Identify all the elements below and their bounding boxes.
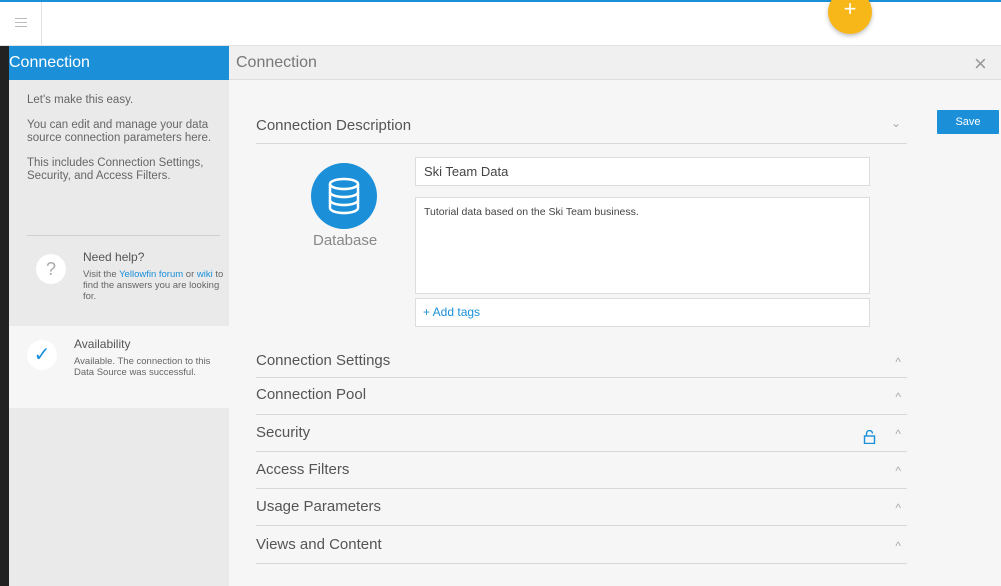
section-usage-parameters[interactable]: Usage Parameters ^ xyxy=(256,489,907,526)
add-button[interactable]: + xyxy=(828,0,872,34)
help-panel: ? Need help? Visit the Yellowfin forum o… xyxy=(27,244,227,304)
section-label: Connection Pool xyxy=(256,386,367,403)
chevron-up-icon[interactable]: ^ xyxy=(895,539,901,553)
sidebar-paragraph-2: This includes Connection Settings, Secur… xyxy=(27,157,204,182)
section-label: Connection Settings xyxy=(256,352,391,369)
chevron-up-icon[interactable]: ^ xyxy=(895,390,901,404)
unlock-icon-svg xyxy=(863,429,876,445)
sidebar-intro: Let's make this easy. xyxy=(27,94,134,106)
database-icon-svg xyxy=(328,177,360,215)
chevron-up-icon[interactable]: ^ xyxy=(895,355,901,369)
section-label: Views and Content xyxy=(256,536,382,553)
chevron-down-icon[interactable]: ⌄ xyxy=(891,116,901,130)
availability-title: Availability xyxy=(74,337,131,351)
help-text-part: Visit the xyxy=(83,269,120,280)
help-text-part: or xyxy=(183,269,197,280)
database-icon xyxy=(311,163,377,229)
help-text: Visit the Yellowfin forum or wiki to fin… xyxy=(83,269,228,302)
sidebar-header: Connection xyxy=(9,46,229,80)
section-label: Usage Parameters xyxy=(256,498,382,515)
menu-icon-line xyxy=(15,22,27,23)
menu-icon-line xyxy=(15,26,27,27)
section-access-filters[interactable]: Access Filters ^ xyxy=(256,452,907,489)
menu-button[interactable] xyxy=(0,2,42,46)
section-label: Connection Description xyxy=(256,117,412,134)
top-bar: + xyxy=(0,0,1001,46)
add-tags-link[interactable]: + Add tags xyxy=(415,298,870,327)
sidebar-paragraph-1: You can edit and manage your data source… xyxy=(27,119,212,144)
section-connection-description[interactable]: Connection Description ⌄ xyxy=(256,114,907,144)
close-icon[interactable]: × xyxy=(974,51,987,77)
main-panel: Connection × Save Connection Description… xyxy=(229,46,1001,586)
connection-name-input[interactable]: Ski Team Data xyxy=(415,157,870,186)
database-label: Database xyxy=(313,232,378,249)
availability-text: Available. The connection to this Data S… xyxy=(74,356,211,378)
save-button[interactable]: Save xyxy=(937,110,999,134)
section-connection-pool[interactable]: Connection Pool ^ xyxy=(256,378,907,415)
chevron-up-icon[interactable]: ^ xyxy=(895,501,901,515)
connection-description-input[interactable]: Tutorial data based on the Ski Team busi… xyxy=(415,197,870,294)
sidebar-title: Connection xyxy=(9,54,90,71)
yellowfin-forum-link[interactable]: Yellowfin forum xyxy=(119,269,183,280)
divider xyxy=(27,235,220,236)
unlock-icon[interactable] xyxy=(863,429,877,445)
main-header: Connection × xyxy=(229,46,1001,80)
section-connection-settings[interactable]: Connection Settings ^ xyxy=(256,343,907,378)
section-label: Security xyxy=(256,424,311,441)
section-security[interactable]: Security ^ xyxy=(256,415,907,452)
question-icon: ? xyxy=(36,254,66,284)
sidebar: Connection Let's make this easy. You can… xyxy=(0,46,229,586)
section-label: Access Filters xyxy=(256,461,350,478)
availability-panel: ✓ Availability Available. The connection… xyxy=(9,326,229,408)
wiki-link[interactable]: wiki xyxy=(197,269,213,280)
sidebar-description: Let's make this easy. You can edit and m… xyxy=(9,80,229,183)
section-views-and-content[interactable]: Views and Content ^ xyxy=(256,526,907,564)
menu-icon-line xyxy=(15,18,27,19)
page-title: Connection xyxy=(236,54,317,71)
help-title: Need help? xyxy=(83,250,145,264)
check-icon: ✓ xyxy=(27,340,57,370)
chevron-up-icon[interactable]: ^ xyxy=(895,464,901,478)
chevron-up-icon[interactable]: ^ xyxy=(895,427,901,441)
